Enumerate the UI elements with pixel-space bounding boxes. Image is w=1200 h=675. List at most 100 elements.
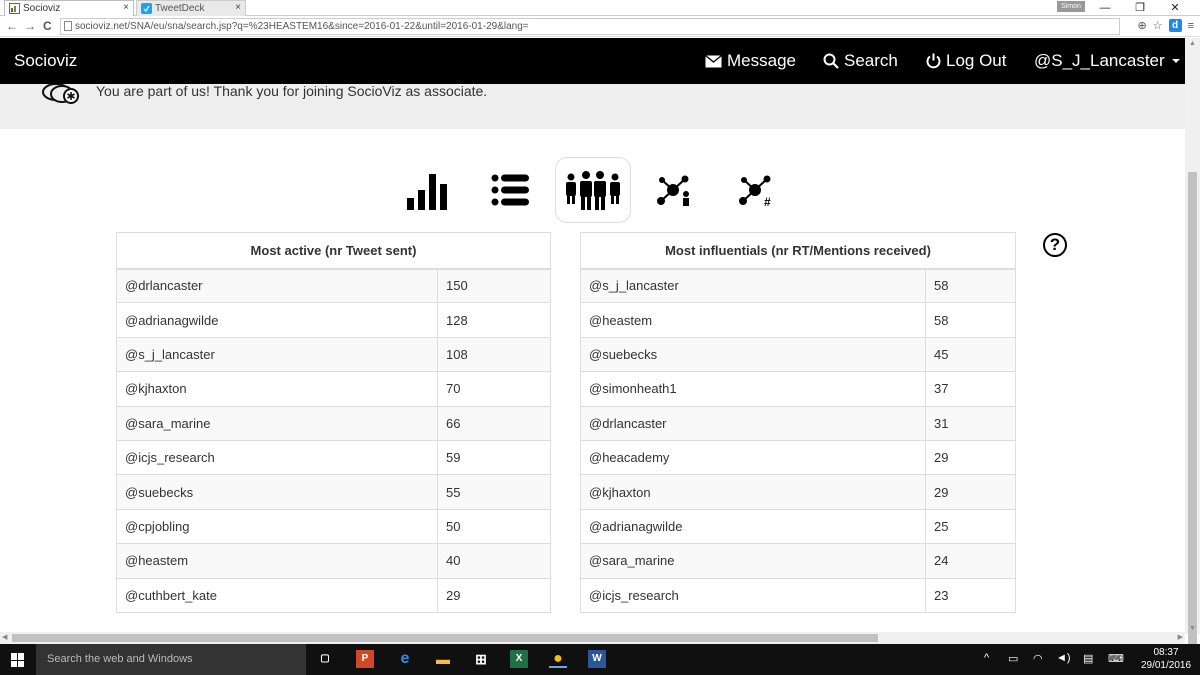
search-link[interactable]: Search bbox=[823, 51, 898, 71]
tweetdeck-favicon-icon bbox=[141, 3, 152, 14]
count-cell: 29 bbox=[925, 439, 1016, 475]
user-handle-cell: @heastem bbox=[116, 543, 438, 579]
task-view-icon[interactable]: ▢ bbox=[316, 650, 334, 668]
notice-text: You are part of us! Thank you for joinin… bbox=[96, 83, 488, 99]
brand-link[interactable]: Socioviz bbox=[14, 51, 77, 71]
table-row: @suebecks 45 bbox=[580, 336, 1016, 372]
most-active-header: Most active (nr Tweet sent) bbox=[116, 232, 551, 270]
associate-notice: You are part of us! Thank you for joinin… bbox=[0, 83, 1185, 129]
hashtag-glyph: # bbox=[764, 195, 771, 207]
logout-label: Log Out bbox=[946, 51, 1007, 70]
bar-chart-view-button[interactable] bbox=[391, 157, 467, 223]
taskbar-clock[interactable]: 08:37 29/01/2016 bbox=[1140, 646, 1192, 672]
tab-tweetdeck[interactable]: TweetDeck × bbox=[136, 0, 246, 16]
windows-start-icon[interactable] bbox=[11, 653, 25, 667]
table-row: @heacademy 29 bbox=[580, 439, 1016, 475]
network-hashtag-view-button[interactable]: # bbox=[719, 157, 795, 223]
file-explorer-icon[interactable]: ▬ bbox=[434, 650, 452, 668]
tray-chevron-icon[interactable]: ^ bbox=[984, 652, 989, 664]
tab-label: TweetDeck bbox=[155, 3, 205, 14]
word-icon[interactable]: W bbox=[588, 650, 606, 668]
user-handle-cell: @kjhaxton bbox=[116, 371, 438, 407]
count-cell: 55 bbox=[437, 474, 551, 510]
vertical-scrollbar[interactable]: ▲ ▼ bbox=[1185, 38, 1200, 658]
list-view-button[interactable] bbox=[473, 157, 549, 223]
user-handle-cell: @drlancaster bbox=[116, 267, 438, 303]
count-cell: 23 bbox=[925, 577, 1016, 613]
browser-user-chip[interactable]: Simon bbox=[1057, 1, 1085, 12]
scroll-down-icon[interactable]: ▼ bbox=[1189, 625, 1196, 632]
vertical-scroll-thumb[interactable] bbox=[1188, 172, 1197, 658]
table-row: @s_j_lancaster 108 bbox=[116, 336, 551, 372]
count-cell: 29 bbox=[925, 474, 1016, 510]
close-tab-icon[interactable]: × bbox=[123, 2, 129, 13]
browser-menu-icon[interactable]: ≡ bbox=[1188, 20, 1194, 32]
count-cell: 29 bbox=[437, 577, 551, 613]
scroll-left-icon[interactable]: ◀ bbox=[2, 633, 7, 641]
tab-socioviz[interactable]: Socioviz × bbox=[4, 0, 134, 16]
bar-chart-icon bbox=[407, 174, 447, 210]
user-handle-cell: @heacademy bbox=[580, 439, 926, 475]
message-link[interactable]: Message bbox=[705, 51, 796, 71]
count-cell: 31 bbox=[925, 405, 1016, 441]
associate-badge-icon bbox=[42, 84, 79, 104]
most-active-table: Most active (nr Tweet sent) @drlancaster… bbox=[116, 232, 551, 613]
user-handle-cell: @sara_marine bbox=[580, 543, 926, 579]
window-close-icon[interactable]: ✕ bbox=[1160, 0, 1190, 16]
minimize-icon[interactable]: — bbox=[1090, 0, 1120, 16]
table-row: @drlancaster 31 bbox=[580, 405, 1016, 441]
page-icon bbox=[64, 21, 72, 31]
clock-time: 08:37 bbox=[1153, 647, 1179, 658]
back-icon[interactable]: ← bbox=[6, 19, 18, 33]
powerpoint-icon[interactable]: P bbox=[356, 650, 374, 668]
url-field[interactable]: socioviz.net/SNA/eu/sna/search.jsp?q=%23… bbox=[60, 18, 1120, 35]
user-handle-cell: @s_j_lancaster bbox=[580, 267, 926, 303]
search-icon bbox=[823, 53, 839, 69]
help-icon[interactable]: ? bbox=[1043, 233, 1067, 257]
battery-icon[interactable]: ▭ bbox=[1008, 652, 1018, 665]
user-handle-cell: @icjs_research bbox=[116, 439, 438, 475]
count-cell: 50 bbox=[437, 508, 551, 544]
taskbar-search-box[interactable]: Search the web and Windows bbox=[36, 644, 306, 675]
scroll-right-icon[interactable]: ▶ bbox=[1178, 633, 1183, 641]
forward-icon[interactable]: → bbox=[24, 19, 36, 33]
horizontal-scrollbar[interactable]: ◀ ▶ bbox=[0, 632, 1185, 644]
reload-icon[interactable]: C bbox=[43, 19, 52, 33]
volume-icon[interactable]: ◄) bbox=[1056, 652, 1071, 664]
user-handle-cell: @drlancaster bbox=[580, 405, 926, 441]
restore-icon[interactable]: ❐ bbox=[1125, 0, 1155, 16]
store-icon[interactable]: ⊞ bbox=[472, 650, 490, 668]
zoom-icon[interactable]: ⊕ bbox=[1137, 19, 1146, 32]
count-cell: 70 bbox=[437, 371, 551, 407]
user-handle-cell: @adrianagwilde bbox=[580, 508, 926, 544]
scroll-up-icon[interactable]: ▲ bbox=[1189, 40, 1196, 47]
notifications-icon[interactable]: ▤ bbox=[1083, 652, 1093, 665]
network-user-view-button[interactable] bbox=[637, 157, 713, 223]
count-cell: 66 bbox=[437, 405, 551, 441]
count-cell: 37 bbox=[925, 371, 1016, 407]
close-tab-icon[interactable]: × bbox=[235, 2, 241, 13]
edge-icon[interactable]: e bbox=[396, 650, 414, 668]
user-menu-dropdown[interactable]: @S_J_Lancaster bbox=[1034, 51, 1180, 71]
chrome-icon[interactable]: ● bbox=[549, 650, 567, 668]
people-view-button[interactable] bbox=[555, 157, 631, 223]
extension-icon[interactable]: d bbox=[1168, 19, 1182, 32]
table-row: @kjhaxton 70 bbox=[116, 371, 551, 407]
wifi-icon[interactable]: ◠ bbox=[1033, 652, 1043, 665]
address-bar-row: ← → C socioviz.net/SNA/eu/sna/search.jsp… bbox=[0, 17, 1200, 37]
horizontal-scroll-thumb[interactable] bbox=[12, 634, 878, 642]
count-cell: 58 bbox=[925, 267, 1016, 303]
keyboard-icon[interactable]: ⌨ bbox=[1108, 652, 1124, 665]
user-handle-cell: @kjhaxton bbox=[580, 474, 926, 510]
search-label: Search bbox=[844, 51, 898, 70]
excel-icon[interactable]: X bbox=[510, 650, 528, 668]
tab-label: Socioviz bbox=[23, 3, 61, 14]
count-cell: 24 bbox=[925, 543, 1016, 579]
bookmark-star-icon[interactable]: ☆ bbox=[1153, 19, 1163, 32]
most-influential-header: Most influentials (nr RT/Mentions receiv… bbox=[580, 232, 1016, 270]
logout-link[interactable]: Log Out bbox=[926, 51, 1007, 71]
envelope-icon bbox=[705, 54, 722, 67]
count-cell: 150 bbox=[437, 267, 551, 303]
browser-tab-bar: Socioviz × TweetDeck × Simon — ❐ ✕ bbox=[0, 0, 1200, 16]
table-row: @sara_marine 24 bbox=[580, 543, 1016, 579]
